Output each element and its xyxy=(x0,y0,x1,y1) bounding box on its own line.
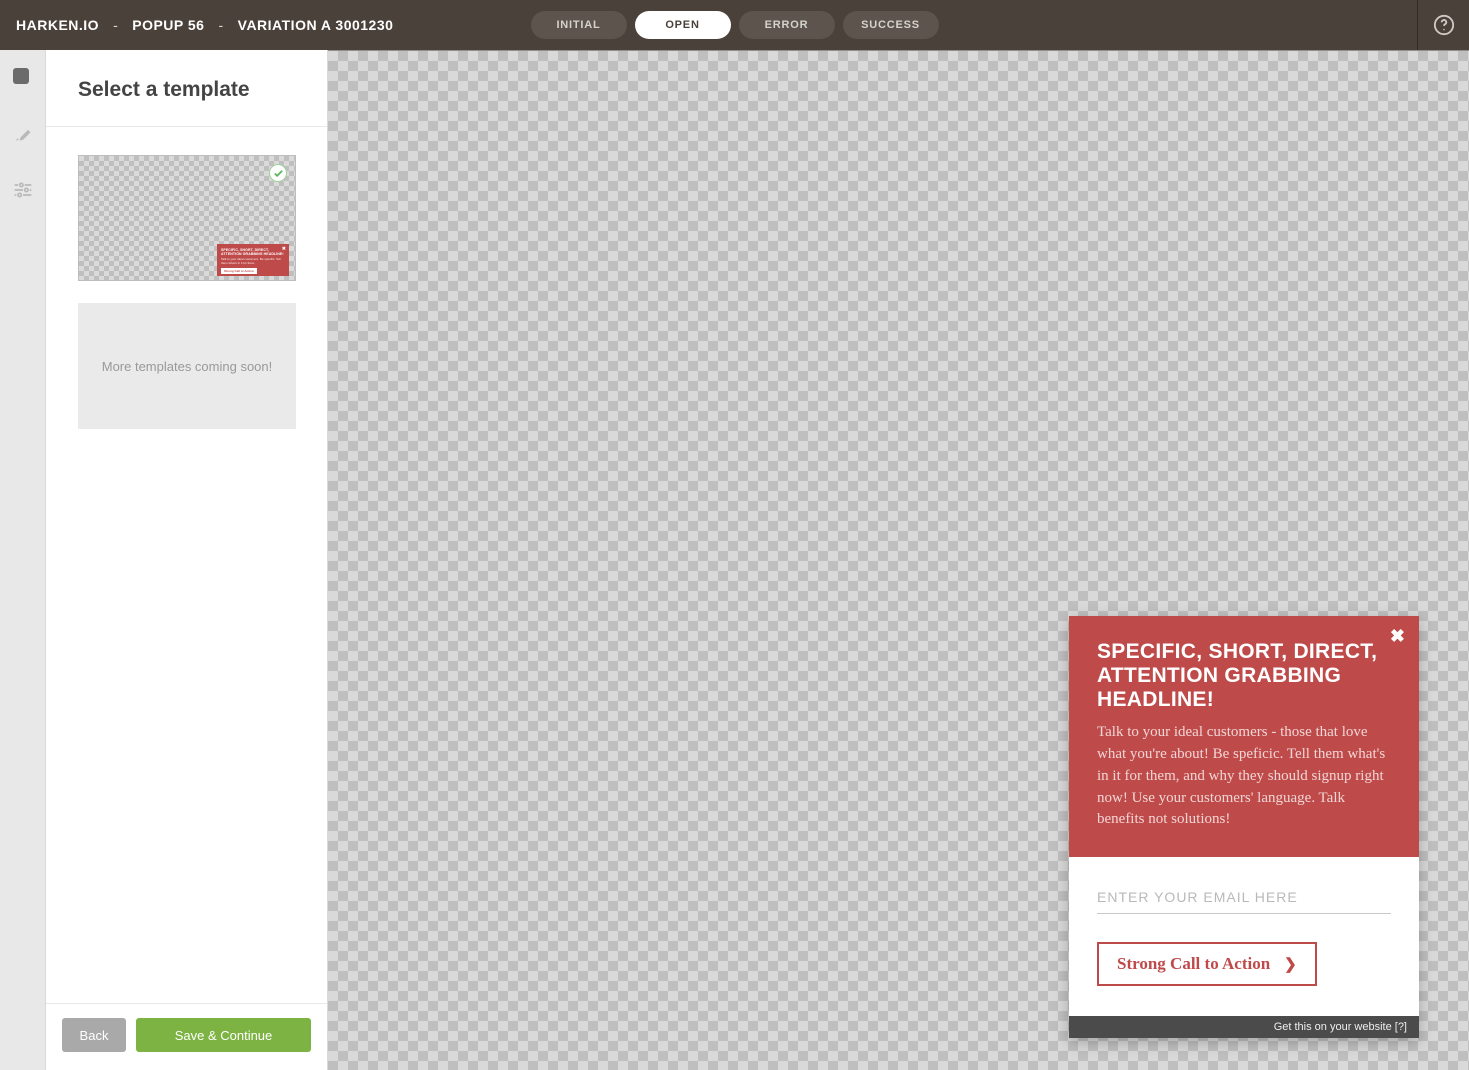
tab-error[interactable]: ERROR xyxy=(739,11,835,39)
popup-form: Strong Call to Action ❯ xyxy=(1069,857,1419,1016)
popup-headline[interactable]: SPECIFIC, SHORT, DIRECT, ATTENTION GRABB… xyxy=(1097,640,1391,712)
save-continue-button[interactable]: Save & Continue xyxy=(136,1018,311,1052)
canvas: ✖ SPECIFIC, SHORT, DIRECT, ATTENTION GRA… xyxy=(328,50,1469,1070)
sidebar-footer: Back Save & Continue xyxy=(46,1003,327,1070)
rail-design-icon[interactable] xyxy=(13,124,33,144)
sidebar-content: ✖ SPECIFIC, SHORT, DIRECT, ATTENTION GRA… xyxy=(46,127,327,1003)
breadcrumb-variation[interactable]: VARIATION A 3001230 xyxy=(238,17,394,33)
breadcrumb-site[interactable]: HARKEN.IO xyxy=(16,17,99,33)
template-card-1[interactable]: ✖ SPECIFIC, SHORT, DIRECT, ATTENTION GRA… xyxy=(78,155,296,281)
sidebar: Select a template ✖ SPECIFIC, SHORT, DIR… xyxy=(46,50,328,1070)
breadcrumb-popup[interactable]: POPUP 56 xyxy=(132,17,204,33)
popup-header: ✖ SPECIFIC, SHORT, DIRECT, ATTENTION GRA… xyxy=(1069,616,1419,857)
breadcrumb: HARKEN.IO - POPUP 56 - VARIATION A 30012… xyxy=(16,17,393,33)
tab-success[interactable]: SUCCESS xyxy=(843,11,939,39)
tab-open[interactable]: OPEN xyxy=(635,11,731,39)
state-tabs: INITIAL OPEN ERROR SUCCESS xyxy=(531,11,939,39)
check-icon xyxy=(273,168,284,179)
back-button[interactable]: Back xyxy=(62,1018,126,1052)
icon-rail xyxy=(0,50,46,1070)
popup-footer-link[interactable]: Get this on your website [?] xyxy=(1069,1016,1419,1038)
preview-body: Talk to your ideal customers. Be specifi… xyxy=(221,258,285,266)
popup-cta-button[interactable]: Strong Call to Action ❯ xyxy=(1097,942,1317,986)
popup-cta-label: Strong Call to Action xyxy=(1117,954,1270,974)
breadcrumb-sep: - xyxy=(113,17,118,33)
sidebar-title: Select a template xyxy=(46,50,327,127)
template-coming-soon: More templates coming soon! xyxy=(78,303,296,429)
help-icon xyxy=(1433,14,1455,36)
preview-headline: SPECIFIC, SHORT, DIRECT, ATTENTION GRABB… xyxy=(221,248,285,256)
preview-cta: Strong Call to Action xyxy=(221,268,257,274)
popup-email-input[interactable] xyxy=(1097,883,1391,914)
app-header: HARKEN.IO - POPUP 56 - VARIATION A 30012… xyxy=(0,0,1469,50)
breadcrumb-sep: - xyxy=(218,17,223,33)
popup-preview: ✖ SPECIFIC, SHORT, DIRECT, ATTENTION GRA… xyxy=(1069,616,1419,1038)
rail-templates-icon[interactable] xyxy=(13,68,33,88)
template-preview-popup: ✖ SPECIFIC, SHORT, DIRECT, ATTENTION GRA… xyxy=(217,244,289,276)
preview-close-icon: ✖ xyxy=(282,246,286,252)
template-selected-check xyxy=(269,164,287,182)
chevron-right-icon: ❯ xyxy=(1284,955,1297,974)
tab-initial[interactable]: INITIAL xyxy=(531,11,627,39)
help-button[interactable] xyxy=(1417,0,1469,50)
rail-settings-icon[interactable] xyxy=(13,180,33,200)
popup-close-button[interactable]: ✖ xyxy=(1390,626,1405,647)
popup-body-text[interactable]: Talk to your ideal customers - those tha… xyxy=(1097,722,1391,831)
